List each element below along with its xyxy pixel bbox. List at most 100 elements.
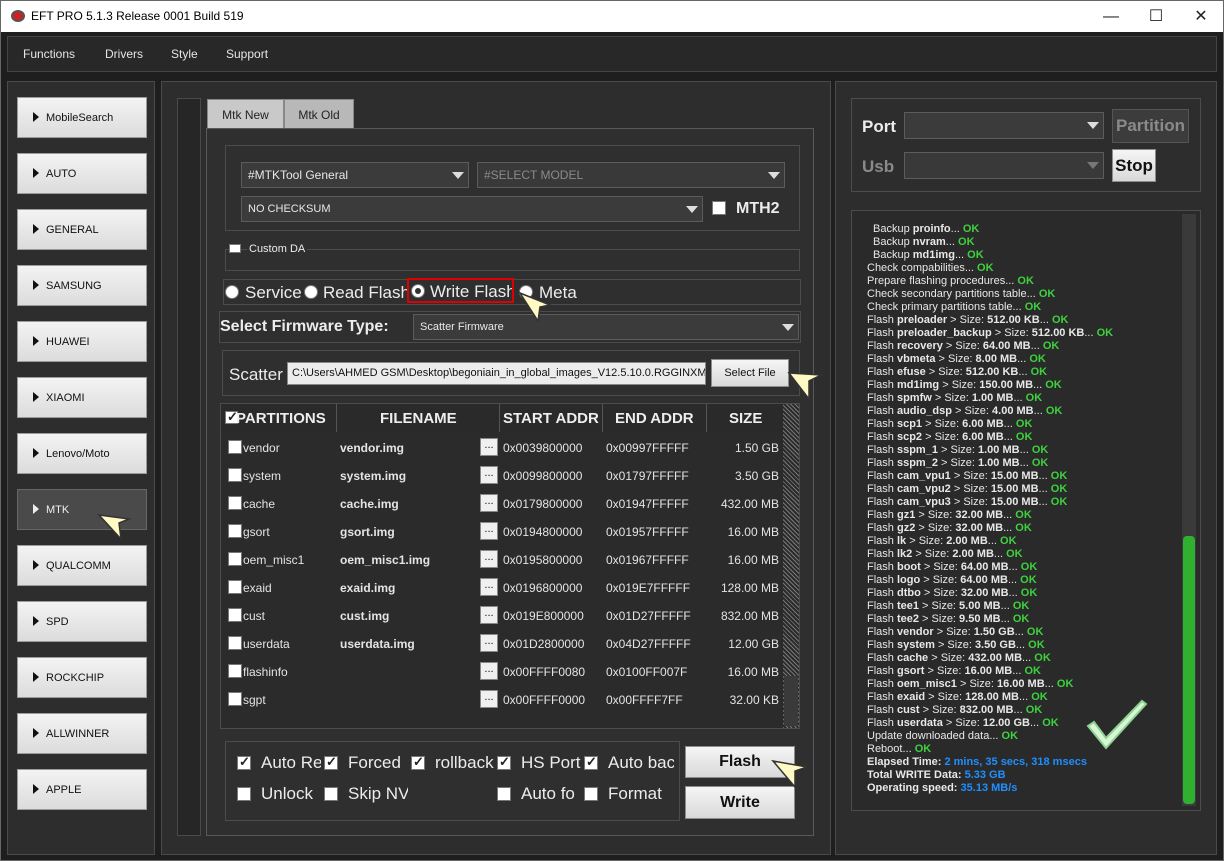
sidebar-item-huawei[interactable]: HUAWEI (17, 321, 147, 362)
minimize-button[interactable]: — (1088, 1, 1134, 32)
browse-file-button[interactable]: ... (480, 634, 498, 652)
start-address: 0x00FFFF0000 (503, 693, 586, 707)
table-scrollbar-thumb[interactable] (784, 676, 798, 726)
partition-button[interactable]: Partition (1112, 109, 1189, 143)
maximize-button[interactable]: ☐ (1133, 1, 1179, 32)
sidebar-item-qualcomm[interactable]: QUALCOMM (17, 545, 147, 586)
row-checkbox[interactable] (228, 496, 242, 510)
stop-button[interactable]: Stop (1112, 149, 1156, 182)
browse-file-button[interactable]: ... (480, 550, 498, 568)
table-row[interactable]: cust cust.img... 0x019E800000 0x01D27FFFFF 8… (222, 601, 784, 629)
option-checkbox[interactable] (324, 754, 338, 770)
tool-select[interactable]: #MTKTool General (241, 162, 469, 188)
option-checkbox[interactable] (497, 754, 511, 770)
log-text: Elapsed Time: (867, 756, 945, 768)
sidebar-item-spd[interactable]: SPD (17, 601, 147, 642)
mth2-checkbox[interactable] (712, 201, 726, 215)
log-text: scp1 (896, 418, 923, 430)
table-scrollbar[interactable] (783, 404, 799, 728)
table-row[interactable]: system system.img... 0x0099800000 0x01797FF… (222, 461, 784, 489)
browse-file-button[interactable]: ... (480, 494, 498, 512)
log-text: OK (1029, 353, 1046, 365)
select-file-button[interactable]: Select File (711, 359, 789, 387)
row-checkbox[interactable] (228, 636, 242, 650)
row-checkbox[interactable] (228, 440, 242, 454)
start-address: 0x01D2800000 (503, 637, 585, 651)
write-flash-highlight[interactable]: Write Flash (407, 278, 514, 303)
sidebar-item-allwinner[interactable]: ALLWINNER (17, 713, 147, 754)
option-checkbox[interactable] (324, 787, 338, 801)
browse-file-button[interactable]: ... (480, 662, 498, 680)
log-text: lk2 (896, 548, 913, 560)
browse-file-button[interactable]: ... (480, 438, 498, 456)
row-checkbox[interactable] (228, 692, 242, 706)
firmware-type-select[interactable]: Scatter Firmware (413, 314, 799, 340)
model-select[interactable]: #SELECT MODEL (477, 162, 785, 188)
table-row[interactable]: exaid exaid.img... 0x0196800000 0x019E7FFFF… (222, 573, 784, 601)
browse-file-button[interactable]: ... (480, 606, 498, 624)
tab-mtk-new[interactable]: Mtk New (207, 99, 284, 129)
close-button[interactable]: ✕ (1178, 1, 1224, 32)
row-checkbox[interactable] (228, 524, 242, 538)
browse-file-button[interactable]: ... (480, 578, 498, 596)
menu-drivers[interactable]: Drivers (105, 47, 143, 61)
sidebar-item-lenovo-moto[interactable]: Lenovo/Moto (17, 433, 147, 474)
mode-service-radio[interactable] (225, 285, 239, 299)
menu-functions[interactable]: Functions (23, 47, 75, 61)
log-line: Flash vbmeta > Size: 8.00 MB... OK (867, 353, 1167, 366)
partition-name: flashinfo (243, 665, 288, 679)
row-checkbox[interactable] (228, 552, 242, 566)
browse-file-button[interactable]: ... (480, 522, 498, 540)
log-text: md1img (896, 379, 940, 391)
sidebar-item-mobilesearch[interactable]: MobileSearch (17, 97, 147, 138)
table-row[interactable]: vendor vendor.img... 0x0039800000 0x00997FF… (222, 433, 784, 461)
row-checkbox[interactable] (228, 608, 242, 622)
checksum-select[interactable]: NO CHECKSUM (241, 196, 703, 222)
log-text: Flash (867, 366, 897, 378)
option-checkbox[interactable] (237, 754, 251, 770)
tab-mtk-old[interactable]: Mtk Old (284, 99, 354, 129)
custom-da-checkbox[interactable] (229, 244, 241, 253)
table-row[interactable]: oem_misc1 oem_misc1.img... 0x0195800000 0x0… (222, 545, 784, 573)
row-checkbox[interactable] (228, 580, 242, 594)
table-row[interactable]: gsort gsort.img... 0x0194800000 0x01957FFFF… (222, 517, 784, 545)
option-checkbox[interactable] (584, 754, 598, 770)
option-checkbox[interactable] (411, 754, 425, 770)
end-address: 0x00997FFFFF (606, 441, 689, 455)
sidebar-item-general[interactable]: GENERAL (17, 209, 147, 250)
log-text: > Size: (991, 327, 1032, 339)
option-checkbox[interactable] (584, 787, 598, 801)
option-checkbox[interactable] (237, 787, 251, 801)
write-button[interactable]: Write (685, 786, 795, 819)
header-divider (706, 404, 707, 432)
log-text: OK (1015, 431, 1033, 443)
log-text: OK (914, 743, 932, 755)
table-row[interactable]: sgpt... 0x00FFFF0000 0x00FFFF7FF 32.00 KB (222, 685, 784, 713)
sidebar-item-xiaomi[interactable]: XIAOMI (17, 377, 147, 418)
table-row[interactable]: userdata userdata.img... 0x01D2800000 0x04D… (222, 629, 784, 657)
sidebar-item-auto[interactable]: AUTO (17, 153, 147, 194)
log-text: Flash (867, 639, 897, 651)
log-scrollbar[interactable] (1182, 214, 1196, 806)
mode-read-flash-radio[interactable] (304, 285, 318, 299)
browse-file-button[interactable]: ... (480, 690, 498, 708)
sidebar-item-samsung[interactable]: SAMSUNG (17, 265, 147, 306)
row-checkbox[interactable] (228, 664, 242, 678)
table-row[interactable]: cache cache.img... 0x0179800000 0x01947FFFF… (222, 489, 784, 517)
option-checkbox[interactable] (497, 787, 511, 801)
log-scrollbar-thumb[interactable] (1183, 536, 1195, 804)
end-address: 0x01D27FFFFF (606, 609, 691, 623)
log-text: OK (1045, 405, 1063, 417)
sidebar-item-rockchip[interactable]: ROCKCHIP (17, 657, 147, 698)
usb-select[interactable] (904, 152, 1104, 179)
menu-style[interactable]: Style (171, 47, 198, 61)
scatter-path-input[interactable]: C:\Users\AHMED GSM\Desktop\begoniain_in_… (287, 362, 706, 385)
port-select[interactable] (904, 112, 1104, 139)
row-checkbox[interactable] (228, 468, 242, 482)
sidebar-item-apple[interactable]: APPLE (17, 769, 147, 810)
sidebar-item-label: GENERAL (46, 224, 99, 236)
menu-support[interactable]: Support (226, 47, 268, 61)
browse-file-button[interactable]: ... (480, 466, 498, 484)
table-row[interactable]: flashinfo... 0x00FFFF0080 0x0100FF007F 16.0… (222, 657, 784, 685)
mode-write-flash-radio[interactable] (411, 284, 425, 298)
